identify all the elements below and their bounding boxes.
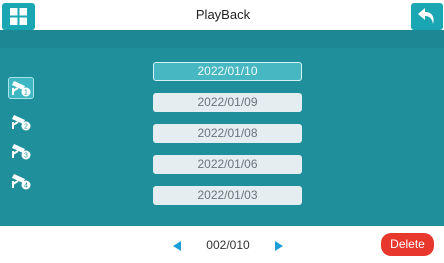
date-item[interactable]: 2022/01/08 — [153, 124, 302, 143]
cctv-camera-icon: 4 — [12, 174, 31, 190]
date-item[interactable]: 2022/01/03 — [153, 186, 302, 205]
delete-button[interactable]: Delete — [381, 233, 434, 256]
camera-number: 1 — [24, 90, 28, 97]
camera-3-button[interactable]: 3 — [8, 140, 34, 162]
playback-panel: 1 2 3 4 2022/01/10 2022/01/09 2022/01/08… — [0, 30, 444, 226]
camera-4-button[interactable]: 4 — [8, 170, 34, 192]
previous-page-button[interactable] — [171, 239, 183, 251]
camera-number: 2 — [24, 124, 28, 131]
date-item-selected[interactable]: 2022/01/10 — [153, 62, 302, 81]
date-item[interactable]: 2022/01/09 — [153, 93, 302, 112]
back-button[interactable] — [411, 3, 443, 30]
panel-top-band — [0, 30, 444, 48]
camera-2-button[interactable]: 2 — [8, 111, 34, 133]
header-bar: PlayBack — [0, 0, 444, 30]
return-arrow-icon — [418, 8, 434, 24]
cctv-camera-icon: 3 — [12, 144, 31, 160]
triangle-left-icon — [173, 241, 181, 251]
camera-number: 3 — [24, 153, 28, 160]
page-indicator: 002/010 — [206, 238, 250, 252]
camera-1-button[interactable]: 1 — [8, 77, 34, 99]
triangle-right-icon — [275, 241, 283, 251]
page-title: PlayBack — [195, 7, 251, 22]
next-page-button[interactable] — [273, 239, 285, 251]
camera-number: 4 — [24, 183, 28, 190]
menu-button[interactable] — [2, 3, 35, 30]
cctv-camera-icon: 2 — [12, 115, 31, 131]
footer-bar: 002/010 Delete — [0, 226, 444, 263]
cctv-camera-icon: 1 — [12, 81, 31, 97]
grid-icon — [10, 8, 27, 25]
date-item[interactable]: 2022/01/06 — [153, 155, 302, 174]
